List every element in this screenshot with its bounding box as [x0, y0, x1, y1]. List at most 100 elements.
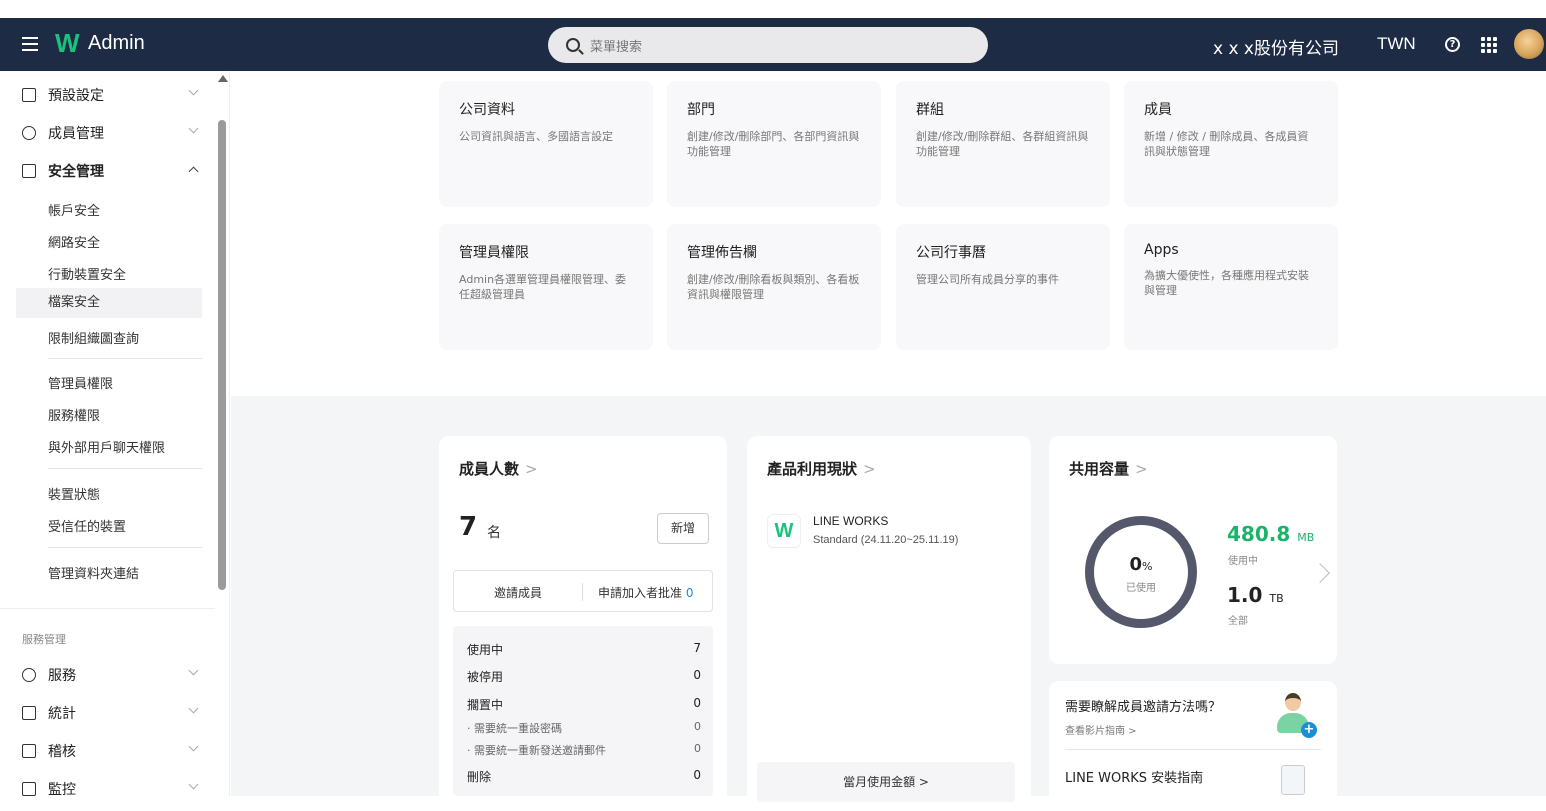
- sidebar-item-member-mgmt[interactable]: 成員管理: [22, 123, 199, 143]
- invite-help-title[interactable]: 需要瞭解成員邀請方法嗎？: [1065, 696, 1221, 715]
- members-card-title[interactable]: 成員人數 >: [459, 458, 538, 479]
- main-content: 公司資料 公司資訊與語言、多國語言設定 部門 創建/修改/刪除部門、各部門資訊與…: [231, 71, 1546, 811]
- scrollbar-thumb[interactable]: [218, 120, 226, 590]
- tile-members[interactable]: 成員 新增 / 修改 / 刪除成員、各成員資訊與狀態管理: [1124, 81, 1338, 207]
- audit-icon: [22, 744, 36, 758]
- member-stats: 使用中 7 被停用 0 擱置中 0 · 需要統一重設密碼 0 · 需要統一重新發送邀請郵…: [453, 626, 713, 796]
- divider: [48, 358, 202, 359]
- product-card-title[interactable]: 產品利用現狀 >: [767, 458, 876, 479]
- chevron-right-icon[interactable]: [1310, 563, 1330, 583]
- join-requests-count: 0: [685, 586, 694, 600]
- services-icon: [22, 668, 36, 682]
- members-icon: [22, 126, 36, 140]
- document-icon: [1281, 765, 1305, 795]
- storage-used-value: 480.8 MB: [1227, 522, 1315, 546]
- sidebar-item-statistics[interactable]: 統計: [22, 703, 199, 723]
- sidebar-item-folder-links[interactable]: 管理資料夾連結: [48, 563, 139, 582]
- settings-icon: [22, 88, 36, 102]
- menu-icon[interactable]: [22, 37, 38, 55]
- sidebar-item-default-settings[interactable]: 預設設定: [22, 85, 199, 105]
- sidebar-item-org-chart-restrict[interactable]: 限制組織圖查詢: [48, 328, 139, 347]
- storage-card-title[interactable]: 共用容量 >: [1069, 458, 1148, 479]
- chevron-up-icon: [188, 166, 199, 177]
- scroll-up-icon[interactable]: [218, 75, 228, 82]
- country-code[interactable]: TWN: [1377, 34, 1416, 54]
- sidebar-item-device-status[interactable]: 裝置狀態: [48, 484, 100, 503]
- storage-total-value: 1.0 TB: [1227, 583, 1284, 607]
- invite-members-button[interactable]: 邀請成員: [494, 584, 542, 601]
- video-guide-link[interactable]: 查看影片指南 >: [1065, 722, 1137, 737]
- help-icon[interactable]: ?: [1445, 37, 1460, 52]
- tile-board-mgmt[interactable]: 管理佈告欄 創建/修改/刪除看板與類別、各看板資訊與權限管理: [667, 224, 881, 350]
- storage-donut-chart: 0% 已使用: [1085, 516, 1197, 628]
- sidebar-item-account-security[interactable]: 帳戶安全: [48, 200, 100, 219]
- invite-bar: 邀請成員 申請加入者批准 0: [453, 570, 713, 612]
- stat-row-resend-invite: · 需要統一重新發送邀請郵件 0: [467, 742, 701, 757]
- dashboard-area: 成員人數 > 7 名 新增 邀請成員 申請加入者批准 0 使用中 7 被停用 0 擱置…: [231, 396, 1546, 811]
- section-label-service-mgmt: 服務管理: [22, 633, 66, 646]
- app-title[interactable]: Admin: [88, 32, 145, 55]
- sidebar-item-security-mgmt[interactable]: 安全管理: [22, 161, 199, 181]
- company-name[interactable]: x x x股份有公司: [1213, 34, 1339, 59]
- sidebar-item-external-chat-perm[interactable]: 與外部用戶聊天權限: [48, 437, 165, 456]
- tile-groups[interactable]: 群組 創建/修改/刪除群組、各群組資訊與功能管理: [896, 81, 1110, 207]
- divider: [582, 583, 583, 601]
- divider: [48, 468, 202, 469]
- chevron-down-icon: [188, 779, 199, 790]
- tile-admin-perm[interactable]: 管理員權限 Admin各選單管理員權限管理、委任超級管理員: [439, 224, 653, 350]
- sidebar-item-file-security[interactable]: 檔案安全: [16, 288, 202, 318]
- add-member-button[interactable]: 新增: [657, 513, 709, 544]
- chevron-down-icon: [188, 665, 199, 676]
- top-bar: W Admin 菜單搜索 x x x股份有公司 TWN ?: [0, 18, 1546, 71]
- stat-row-pending: 擱置中 0: [467, 696, 701, 712]
- storage-used-percent: 0%: [1129, 554, 1153, 575]
- monitor-icon: [22, 782, 36, 796]
- stat-row-deleted: 刪除 0: [467, 768, 701, 784]
- member-count: 7: [459, 512, 478, 542]
- tile-company-info[interactable]: 公司資料 公司資訊與語言、多國語言設定: [439, 81, 653, 207]
- member-count-unit: 名: [487, 525, 501, 541]
- lock-icon: [22, 164, 36, 178]
- sidebar-item-trusted-devices[interactable]: 受信任的裝置: [48, 516, 126, 535]
- divider: [1065, 749, 1321, 750]
- product-usage-card: 產品利用現狀 > W LINE WORKS Standard (24.11.20~…: [747, 436, 1031, 806]
- members-card: 成員人數 > 7 名 新增 邀請成員 申請加入者批准 0 使用中 7 被停用 0 擱置…: [439, 436, 727, 806]
- tile-apps[interactable]: Apps 為擴大優使性，各種應用程式安裝與管理: [1124, 224, 1338, 350]
- stat-row-reset-password: · 需要統一重設密碼 0: [467, 720, 701, 735]
- join-requests-button[interactable]: 申請加入者批准 0: [598, 584, 693, 601]
- chart-icon: [22, 706, 36, 720]
- sidebar-item-services[interactable]: 服務: [22, 665, 199, 685]
- divider: [48, 547, 202, 548]
- line-works-logo-icon: W: [767, 514, 801, 548]
- sidebar: 預設設定 成員管理 安全管理 帳戶安全 網路安全 行動裝置安全 檔案安全 限制組…: [0, 71, 230, 799]
- sidebar-scrollbar[interactable]: [217, 75, 228, 795]
- search-placeholder: 菜單搜索: [590, 39, 643, 55]
- chevron-down-icon: [188, 123, 199, 134]
- sidebar-item-monitoring[interactable]: 監控: [22, 779, 199, 799]
- search-icon: [566, 38, 580, 52]
- sidebar-item-service-perm[interactable]: 服務權限: [48, 405, 100, 424]
- apps-grid-icon[interactable]: [1481, 37, 1497, 53]
- sidebar-item-audit[interactable]: 稽核: [22, 741, 199, 761]
- section-divider: [0, 608, 215, 609]
- product-plan: Standard (24.11.20~25.11.19): [813, 534, 959, 546]
- help-card: 需要瞭解成員邀請方法嗎？ 查看影片指南 > + LINE WORKS 安裝指南: [1049, 681, 1337, 811]
- chevron-down-icon: [188, 741, 199, 752]
- install-guide-title[interactable]: LINE WORKS 安裝指南: [1065, 767, 1203, 786]
- avatar[interactable]: [1514, 29, 1544, 59]
- chevron-down-icon: [188, 85, 199, 96]
- storage-used-caption: 已使用: [1126, 583, 1156, 594]
- storage-used-label: 使用中: [1228, 556, 1258, 567]
- product-name: LINE WORKS: [813, 514, 889, 528]
- search-input[interactable]: 菜單搜索: [548, 27, 988, 63]
- stat-row-active: 使用中 7: [467, 641, 701, 657]
- tile-departments[interactable]: 部門 創建/修改/刪除部門、各部門資訊與功能管理: [667, 81, 881, 207]
- works-logo-icon[interactable]: W: [55, 28, 80, 59]
- storage-total-label: 全部: [1228, 616, 1248, 627]
- sidebar-item-mobile-security[interactable]: 行動裝置安全: [48, 264, 126, 283]
- tile-company-calendar[interactable]: 公司行事曆 管理公司所有成員分享的事件: [896, 224, 1110, 350]
- sidebar-item-network-security[interactable]: 網路安全: [48, 232, 100, 251]
- sidebar-item-admin-perm[interactable]: 管理員權限: [48, 373, 113, 392]
- add-person-illustration-icon: +: [1275, 693, 1317, 738]
- monthly-amount-button[interactable]: 當月使用金額 >: [757, 762, 1015, 802]
